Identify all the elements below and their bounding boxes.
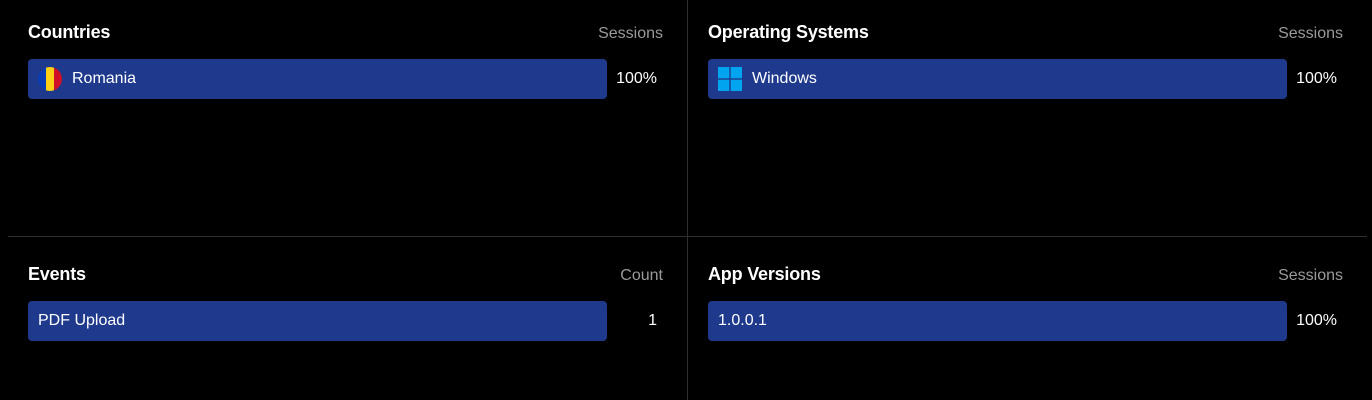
app-versions-header: App Versions Sessions [708, 262, 1360, 290]
operating-systems-panel: Operating Systems Sessions Windows 100% [708, 20, 1360, 99]
events-header: Events Count [28, 262, 680, 290]
countries-row-bar[interactable]: Romania [28, 59, 607, 99]
countries-row-value: 100% [616, 70, 657, 87]
countries-title: Countries [28, 22, 111, 42]
operating-systems-header: Operating Systems Sessions [708, 20, 1360, 48]
events-row-bar[interactable]: PDF Upload [28, 301, 607, 341]
countries-panel: Countries Sessions Romania 100% [28, 20, 680, 99]
events-row[interactable]: PDF Upload 1 [28, 301, 680, 341]
horizontal-divider [8, 236, 1367, 237]
app-versions-panel: App Versions Sessions 1.0.0.1 100% [708, 262, 1360, 341]
operating-systems-row-value: 100% [1296, 70, 1337, 87]
vertical-divider [687, 0, 688, 400]
countries-row[interactable]: Romania 100% [28, 59, 680, 99]
events-row-value: 1 [648, 312, 657, 329]
app-versions-title: App Versions [708, 264, 821, 284]
operating-systems-metric-label: Sessions [1278, 25, 1343, 42]
events-title: Events [28, 264, 86, 284]
countries-metric-label: Sessions [598, 25, 663, 42]
app-versions-row-bar[interactable]: 1.0.0.1 [708, 301, 1287, 341]
app-versions-metric-label: Sessions [1278, 267, 1343, 284]
operating-systems-row-label: Windows [752, 70, 817, 87]
countries-header: Countries Sessions [28, 20, 680, 48]
events-row-label: PDF Upload [38, 312, 126, 329]
events-panel: Events Count PDF Upload 1 [28, 262, 680, 341]
countries-row-label: Romania [72, 70, 137, 87]
app-versions-row-label: 1.0.0.1 [718, 312, 767, 329]
app-versions-row[interactable]: 1.0.0.1 100% [708, 301, 1360, 341]
romania-flag-icon [38, 67, 62, 91]
events-metric-label: Count [620, 267, 663, 284]
operating-systems-row[interactable]: Windows 100% [708, 59, 1360, 99]
operating-systems-row-bar[interactable]: Windows [708, 59, 1287, 99]
analytics-grid: Countries Sessions Romania 100% Operatin… [0, 0, 1372, 400]
operating-systems-title: Operating Systems [708, 22, 869, 42]
app-versions-row-value: 100% [1296, 312, 1337, 329]
windows-logo-icon [718, 67, 742, 91]
